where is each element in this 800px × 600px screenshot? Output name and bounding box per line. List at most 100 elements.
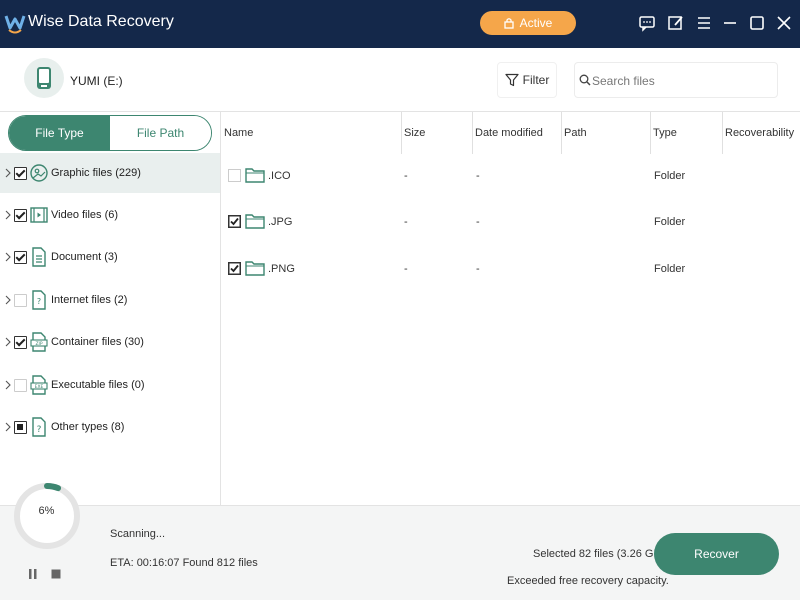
svg-text:?: ? — [37, 425, 42, 435]
filter-label: Filter — [522, 73, 550, 87]
tree-item-label: Container files (30) — [51, 336, 144, 348]
file-name: .JPG — [268, 216, 293, 228]
tree-item-label: Document (3) — [51, 251, 118, 263]
file-type: Folder — [654, 170, 686, 182]
tree-item-label: Graphic files (229) — [51, 167, 141, 179]
capacity-warning: Exceeded free recovery capacity. — [507, 575, 669, 587]
file-size: - — [404, 263, 408, 275]
document-icon — [32, 247, 46, 267]
table-row[interactable]: .JPG - - Folder — [221, 202, 800, 242]
chevron-right-icon[interactable] — [4, 210, 12, 220]
file-name: .ICO — [268, 170, 291, 182]
stop-icon[interactable] — [50, 568, 62, 580]
tree-item-label: Internet files (2) — [51, 294, 128, 306]
menu-icon[interactable] — [695, 14, 713, 32]
tab-file-type[interactable]: File Type — [9, 116, 110, 150]
column-header-size[interactable]: Size — [401, 112, 472, 154]
svg-text:ZIP: ZIP — [35, 341, 42, 347]
file-size: - — [404, 170, 408, 182]
usb-drive-icon — [37, 67, 51, 89]
drive-name: YUMI (E:) — [70, 74, 123, 88]
checkbox[interactable] — [14, 250, 27, 264]
checkbox[interactable] — [14, 335, 27, 349]
tree-item-label: Executable files (0) — [51, 379, 145, 391]
column-header-date[interactable]: Date modified — [472, 112, 561, 154]
title-bar: Wise Data Recovery Active — [0, 0, 800, 48]
lock-icon — [504, 18, 514, 29]
checkbox[interactable] — [14, 166, 27, 180]
exe-icon: EXE — [30, 375, 48, 395]
column-header-path[interactable]: Path — [561, 112, 650, 154]
file-date: - — [476, 263, 480, 275]
search-icon — [579, 74, 591, 86]
tree-item-label: Video files (6) — [51, 209, 119, 221]
checkbox[interactable] — [228, 262, 241, 275]
maximize-icon[interactable] — [748, 14, 766, 32]
tree-item-other-types[interactable]: ? Other types (8) — [0, 407, 220, 447]
tree-item-document[interactable]: Document (3) — [0, 237, 220, 277]
file-date: - — [476, 170, 480, 182]
recover-button[interactable]: Recover — [654, 533, 779, 575]
tab-file-path[interactable]: File Path — [110, 116, 211, 150]
file-type: Folder — [654, 263, 686, 275]
scanning-status: Scanning... — [110, 528, 166, 540]
column-header-type[interactable]: Type — [650, 112, 722, 154]
folder-icon — [245, 214, 265, 229]
column-header-name[interactable]: Name — [221, 112, 401, 154]
chevron-right-icon[interactable] — [4, 380, 12, 390]
column-header-recoverability[interactable]: Recoverability — [722, 112, 800, 154]
chevron-right-icon[interactable] — [4, 252, 12, 262]
app-logo-icon — [4, 15, 26, 34]
file-table: Name Size Date modified Path Type Recove… — [221, 112, 800, 505]
chevron-right-icon[interactable] — [4, 295, 12, 305]
filter-icon — [505, 73, 519, 87]
chevron-right-icon[interactable] — [4, 422, 12, 432]
checkbox[interactable] — [14, 208, 27, 222]
tree-item-label: Other types (8) — [51, 421, 125, 433]
checkbox[interactable] — [14, 378, 27, 392]
unknown-file-icon: ? — [32, 417, 46, 437]
minimize-icon[interactable] — [721, 14, 739, 32]
zip-icon: ZIP — [30, 332, 48, 352]
tree-item-graphic-files[interactable]: Graphic files (229) — [0, 153, 220, 193]
table-row[interactable]: .ICO - - Folder — [221, 156, 800, 196]
drive-avatar — [24, 58, 64, 98]
tree-item-video-files[interactable]: Video files (6) — [0, 195, 220, 235]
app-title: Wise Data Recovery — [28, 13, 174, 30]
folder-icon — [245, 168, 265, 183]
file-date: - — [476, 216, 480, 228]
progress-percent: 6% — [38, 505, 55, 517]
file-type: Folder — [654, 216, 686, 228]
video-icon — [30, 207, 48, 223]
checkbox[interactable] — [14, 293, 27, 307]
svg-text:?: ? — [37, 297, 41, 306]
search-input[interactable] — [592, 72, 772, 90]
checkbox[interactable] — [228, 215, 241, 228]
checkbox[interactable] — [228, 169, 241, 182]
file-type-sidebar: File Type File Path Graphic files (229) … — [0, 112, 221, 505]
folder-icon — [245, 261, 265, 276]
close-icon[interactable] — [775, 14, 793, 32]
tree-item-executable-files[interactable]: EXE Executable files (0) — [0, 365, 220, 405]
checkbox[interactable] — [14, 420, 27, 434]
file-size: - — [404, 216, 408, 228]
filter-button[interactable]: Filter — [497, 62, 557, 98]
active-button[interactable]: Active — [480, 11, 576, 35]
chevron-right-icon[interactable] — [4, 168, 12, 178]
internet-file-icon: ? — [32, 290, 46, 310]
feedback-icon[interactable] — [638, 14, 656, 32]
file-name: .PNG — [268, 263, 295, 275]
active-label: Active — [519, 16, 553, 30]
eta-status: ETA: 00:16:07 Found 812 files — [110, 557, 258, 569]
image-icon — [30, 164, 48, 182]
header-bar: YUMI (E:) Filter — [0, 48, 800, 112]
edit-icon[interactable] — [667, 14, 685, 32]
chevron-right-icon[interactable] — [4, 337, 12, 347]
table-row[interactable]: .PNG - - Folder — [221, 249, 800, 289]
search-box[interactable] — [574, 62, 778, 98]
table-header: Name Size Date modified Path Type Recove… — [221, 112, 800, 154]
tree-item-container-files[interactable]: ZIP Container files (30) — [0, 322, 220, 362]
pause-icon[interactable] — [27, 568, 39, 580]
svg-text:EXE: EXE — [35, 384, 44, 390]
tree-item-internet-files[interactable]: ? Internet files (2) — [0, 280, 220, 320]
